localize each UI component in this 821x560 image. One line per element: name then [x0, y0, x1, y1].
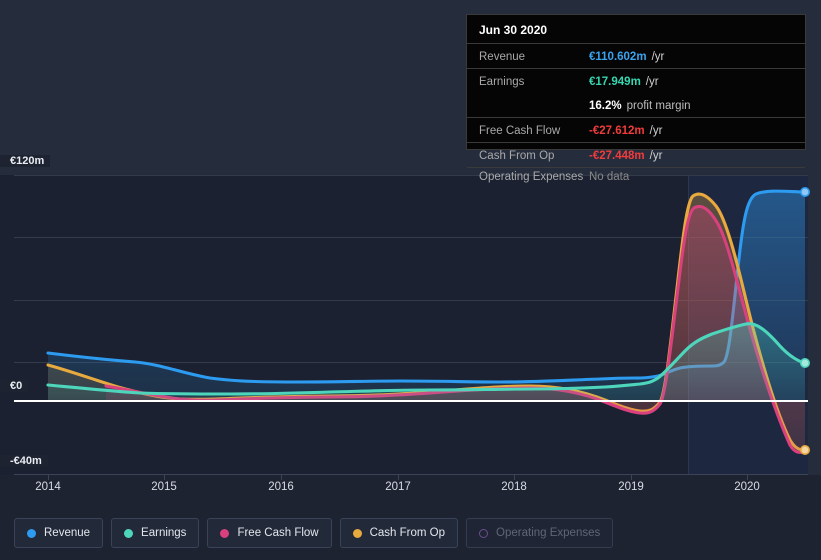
legend-label-revenue: Revenue: [44, 527, 91, 539]
zero-reference-line: [14, 400, 808, 402]
tooltip-value-operating-expenses: No data: [589, 171, 630, 183]
tooltip-value-earnings: €17.949m: [589, 76, 641, 88]
x-axis-label-2016: 2016: [268, 481, 294, 493]
x-tick-2015: [164, 475, 165, 480]
x-axis-label-2014: 2014: [35, 481, 61, 493]
legend-item-earnings[interactable]: Earnings: [111, 518, 200, 548]
y-axis-label-zero: €0: [0, 380, 29, 392]
tooltip-unit-revenue: /yr: [651, 51, 665, 63]
earnings-endpoint-marker: [799, 357, 810, 368]
tooltip-row-cash-from-op: Cash From Op -€27.448m/yr: [467, 142, 805, 167]
legend-label-free-cash-flow: Free Cash Flow: [237, 527, 319, 539]
legend-item-operating-expenses[interactable]: Operating Expenses: [466, 518, 614, 548]
earnings-color-dot-icon: [124, 528, 134, 538]
legend-label-operating-expenses: Operating Expenses: [496, 527, 601, 539]
chart-tooltip: Jun 30 2020 Revenue €110.602m/yr Earning…: [466, 14, 806, 183]
x-axis-label-2019: 2019: [618, 481, 644, 493]
tooltip-key-cash-from-op: Cash From Op: [479, 150, 555, 162]
tooltip-unit-cash-from-op: /yr: [649, 150, 663, 162]
tooltip-unit-free-cash-flow: /yr: [649, 125, 663, 137]
legend-item-revenue[interactable]: Revenue: [14, 518, 104, 548]
tooltip-row-revenue: Revenue €110.602m/yr: [467, 43, 805, 68]
x-tick-2014: [48, 475, 49, 480]
free-cash-flow-area: [106, 206, 805, 453]
tooltip-row-operating-expenses: Operating Expenses No data: [467, 167, 805, 190]
x-axis-label-2017: 2017: [385, 481, 411, 493]
x-tick-2020: [747, 475, 748, 480]
chart-legend: Revenue Earnings Free Cash Flow Cash Fro…: [0, 506, 821, 560]
tooltip-row-free-cash-flow: Free Cash Flow -€27.612m/yr: [467, 117, 805, 142]
revenue-color-dot-icon: [27, 528, 36, 538]
tooltip-key-free-cash-flow: Free Cash Flow: [479, 125, 561, 137]
y-axis-label-top: €120m: [0, 155, 51, 167]
x-tick-2016: [281, 475, 282, 480]
y-axis-label-bottom: -€40m: [0, 455, 48, 467]
tooltip-key-revenue: Revenue: [479, 51, 526, 63]
operating-expenses-color-dot-icon: [479, 528, 489, 538]
legend-item-free-cash-flow[interactable]: Free Cash Flow: [207, 518, 332, 548]
x-axis-label-2018: 2018: [501, 481, 527, 493]
tooltip-value-free-cash-flow: -€27.612m: [589, 125, 645, 137]
cash-from-op-endpoint-marker: [799, 444, 810, 455]
tooltip-row-profit-margin: 16.2% profit margin: [467, 93, 805, 117]
tooltip-unit-earnings: /yr: [645, 76, 659, 88]
cash-from-op-color-dot-icon: [352, 528, 362, 538]
x-tick-2018: [514, 475, 515, 480]
tooltip-date: Jun 30 2020: [479, 23, 548, 37]
legend-label-earnings: Earnings: [141, 527, 187, 539]
x-tick-2019: [631, 475, 632, 480]
tooltip-value-revenue: €110.602m: [589, 51, 647, 63]
x-axis-label-2015: 2015: [151, 481, 177, 493]
legend-item-cash-from-op[interactable]: Cash From Op: [339, 518, 459, 548]
legend-label-cash-from-op: Cash From Op: [369, 527, 446, 539]
tooltip-value-cash-from-op: -€27.448m: [589, 150, 645, 162]
x-axis-label-2020: 2020: [734, 481, 760, 493]
x-tick-2017: [398, 475, 399, 480]
tooltip-key-operating-expenses: Operating Expenses: [479, 171, 584, 183]
free-cash-flow-color-dot-icon: [220, 528, 230, 538]
tooltip-value-profit-margin: 16.2%: [589, 100, 622, 112]
tooltip-row-earnings: Earnings €17.949m/yr: [467, 68, 805, 93]
tooltip-key-earnings: Earnings: [479, 76, 525, 88]
tooltip-sub-profit-margin: profit margin: [626, 100, 691, 112]
